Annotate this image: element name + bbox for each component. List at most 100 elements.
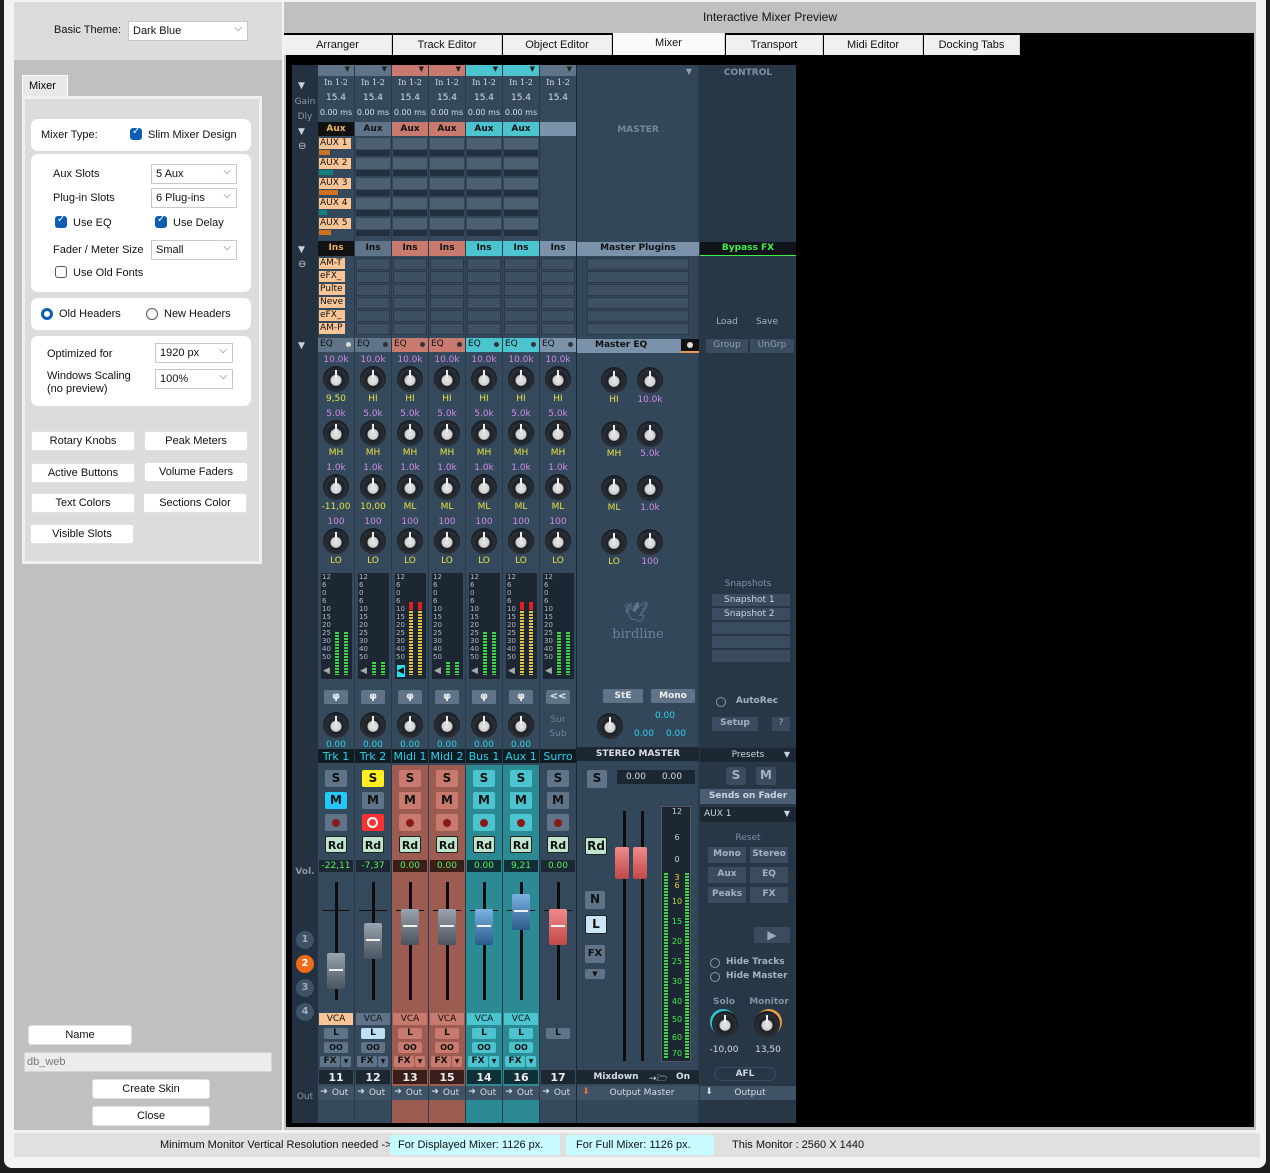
- record-button[interactable]: [510, 814, 532, 831]
- aux-send-slot[interactable]: [356, 198, 390, 209]
- channel-color-header[interactable]: ▼: [318, 65, 354, 76]
- play-icon[interactable]: ▶: [754, 927, 790, 943]
- channel-color-header[interactable]: ▼: [540, 65, 576, 76]
- tab-mixer[interactable]: Mixer: [22, 75, 68, 97]
- aux-send-level[interactable]: [430, 230, 464, 236]
- eq-lo-knob[interactable]: [434, 528, 460, 554]
- vca-group-button[interactable]: 2: [296, 955, 314, 973]
- fx-dropdown-icon[interactable]: ▼: [341, 1056, 351, 1067]
- text-colors-button[interactable]: Text Colors: [31, 493, 135, 513]
- sections-color-button[interactable]: Sections Color: [143, 493, 247, 513]
- record-button[interactable]: [436, 814, 458, 831]
- aux-send-slot[interactable]: AUX 2: [319, 158, 351, 169]
- aux-send-slot[interactable]: [467, 198, 501, 209]
- aux-send-slot[interactable]: [504, 138, 538, 149]
- vca-button[interactable]: VCA: [393, 1013, 427, 1025]
- aux-send-slot[interactable]: [356, 138, 390, 149]
- read-automation-button[interactable]: Rd: [325, 836, 347, 853]
- old-headers-radio[interactable]: [41, 308, 53, 320]
- tab-docking-tabs[interactable]: Docking Tabs: [924, 35, 1020, 55]
- aux-send-level[interactable]: [467, 150, 501, 156]
- eq-header[interactable]: EQ: [503, 338, 539, 352]
- vca-button[interactable]: VCA: [430, 1013, 464, 1025]
- eq-mh-knob[interactable]: [397, 420, 423, 446]
- tab-arranger[interactable]: Arranger: [284, 35, 392, 55]
- aux-send-level[interactable]: [393, 230, 427, 236]
- create-skin-button[interactable]: Create Skin: [92, 1079, 210, 1099]
- input-select[interactable]: In 1-2: [503, 78, 539, 87]
- setup-button[interactable]: Setup: [712, 717, 758, 731]
- aux-send-level[interactable]: [319, 230, 331, 235]
- phase-button[interactable]: φ: [324, 690, 348, 704]
- reset-stereo-button[interactable]: Stereo: [750, 847, 788, 863]
- control-mute-button[interactable]: M: [756, 767, 776, 785]
- plugin-slot[interactable]: [393, 258, 427, 270]
- eq-mh-knob[interactable]: [471, 420, 497, 446]
- channel-name[interactable]: Bus 1: [466, 749, 502, 763]
- eq-lo-knob[interactable]: [508, 528, 534, 554]
- plugin-slot[interactable]: [504, 271, 538, 283]
- eq-hi-knob[interactable]: [360, 366, 386, 392]
- gain-value[interactable]: 15.4: [318, 93, 354, 103]
- aux-send-level[interactable]: [430, 210, 464, 216]
- afl-button[interactable]: AFL: [714, 1067, 776, 1081]
- hide-master-radio[interactable]: [710, 972, 720, 982]
- aux-header[interactable]: Aux: [318, 122, 354, 136]
- plugin-slot[interactable]: [393, 323, 427, 335]
- volume-fader-cap[interactable]: [438, 909, 456, 945]
- record-button[interactable]: [399, 814, 421, 831]
- master-eq-freq-knob[interactable]: [637, 475, 663, 501]
- eq-mh-knob[interactable]: [323, 420, 349, 446]
- master-eq-gain-knob[interactable]: [601, 475, 627, 501]
- phase-button[interactable]: φ: [472, 690, 496, 704]
- mute-button[interactable]: M: [362, 792, 384, 809]
- gain-value[interactable]: 15.4: [355, 93, 391, 103]
- record-button[interactable]: [362, 814, 384, 831]
- master-eq-toggle[interactable]: [681, 339, 699, 353]
- link-button[interactable]: L: [509, 1028, 533, 1039]
- old-fonts-checkbox[interactable]: [55, 266, 67, 278]
- eq-ml-knob[interactable]: [471, 474, 497, 500]
- master-eq-freq-knob[interactable]: [637, 529, 663, 555]
- save-button[interactable]: Save: [752, 317, 782, 327]
- volume-fader-cap[interactable]: [475, 909, 493, 945]
- eq-mh-knob[interactable]: [508, 420, 534, 446]
- volume-faders-button[interactable]: Volume Faders: [144, 462, 248, 482]
- eq-header[interactable]: EQ: [355, 338, 391, 352]
- master-eq-freq-knob[interactable]: [637, 421, 663, 447]
- ste-button[interactable]: StE: [603, 689, 643, 703]
- output-button[interactable]: ➜ Out: [318, 1086, 354, 1100]
- volume-fader-cap[interactable]: [401, 909, 419, 945]
- master-plugins-header[interactable]: Master Plugins: [577, 242, 699, 256]
- plugin-slot[interactable]: [356, 297, 390, 309]
- mute-button[interactable]: M: [547, 792, 569, 809]
- pan-knob[interactable]: [397, 712, 423, 738]
- plugin-slot[interactable]: [504, 284, 538, 296]
- plugin-slot[interactable]: [467, 258, 501, 270]
- ins-header[interactable]: Ins: [392, 241, 428, 256]
- aux-send-level[interactable]: [467, 210, 501, 216]
- phase-button[interactable]: φ: [398, 690, 422, 704]
- phase-button[interactable]: φ: [361, 690, 385, 704]
- link-button[interactable]: L: [361, 1028, 385, 1039]
- reset-fx-button[interactable]: FX: [750, 887, 788, 903]
- master-read-button[interactable]: Rd: [585, 837, 607, 855]
- solo-button[interactable]: S: [510, 770, 532, 787]
- eq-enabled-dot-icon[interactable]: [531, 342, 536, 347]
- tab-mixer[interactable]: Mixer: [613, 33, 725, 55]
- master-eq-gain-knob[interactable]: [601, 529, 627, 555]
- plugin-slot[interactable]: [430, 271, 464, 283]
- aux-header[interactable]: Aux: [466, 122, 502, 136]
- aux-send-slot[interactable]: [393, 158, 427, 169]
- ungroup-button[interactable]: UnGrp: [750, 339, 794, 353]
- plugin-slot[interactable]: [430, 323, 464, 335]
- plugin-slot[interactable]: [393, 284, 427, 296]
- active-buttons-button[interactable]: Active Buttons: [31, 463, 135, 483]
- vca-group-button[interactable]: 3: [296, 979, 314, 997]
- solo-button[interactable]: S: [436, 770, 458, 787]
- aux-send-slot[interactable]: [393, 218, 427, 229]
- tab-transport[interactable]: Transport: [726, 35, 823, 55]
- aux-send-level[interactable]: [393, 170, 427, 176]
- aux-send-slot[interactable]: [430, 178, 464, 189]
- plugin-slot[interactable]: [541, 284, 575, 296]
